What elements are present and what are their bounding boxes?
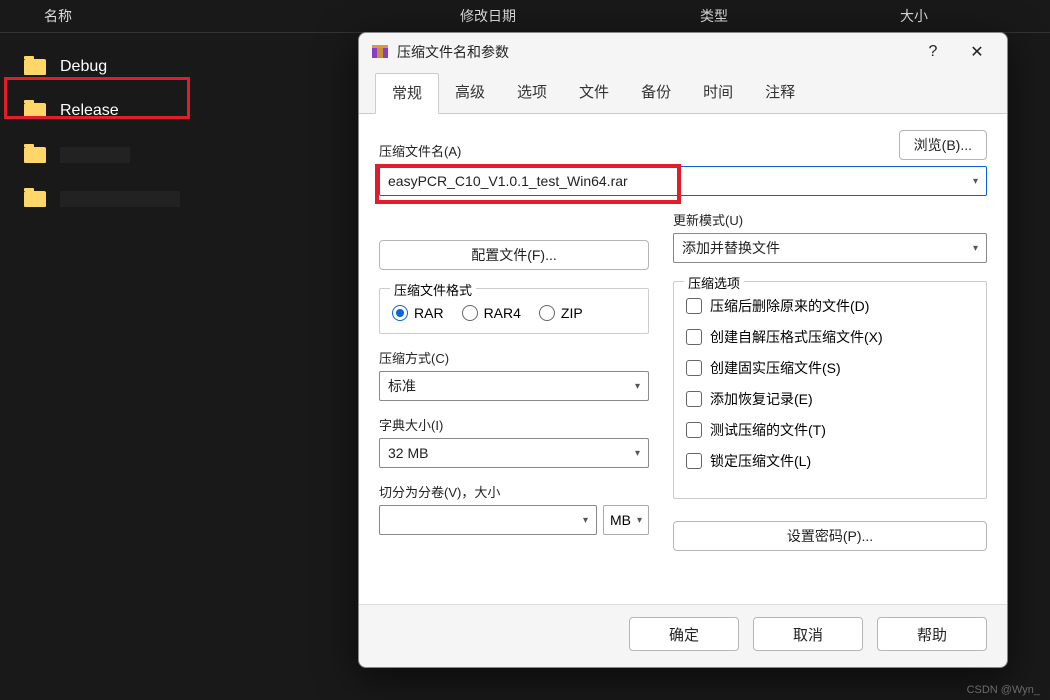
folder-icon <box>24 59 46 75</box>
close-button[interactable]: ✕ <box>955 37 999 67</box>
folder-icon <box>24 147 46 163</box>
redacted-label <box>60 191 180 207</box>
method-label: 压缩方式(C) <box>379 348 649 367</box>
folder-label: Debug <box>60 58 107 76</box>
filename-label: 压缩文件名(A) <box>379 141 461 160</box>
header-type[interactable]: 类型 <box>680 6 880 26</box>
opt-solid[interactable]: 创建固实压缩文件(S) <box>686 358 974 378</box>
header-size[interactable]: 大小 <box>880 6 1000 26</box>
opt-lock[interactable]: 锁定压缩文件(L) <box>686 451 974 471</box>
dialog-title: 压缩文件名和参数 <box>397 42 509 62</box>
watermark: CSDN @Wyn_ <box>967 684 1040 696</box>
set-password-button[interactable]: 设置密码(P)... <box>673 521 987 551</box>
method-select[interactable]: 标准▾ <box>379 371 649 401</box>
split-size-input[interactable]: ▾ <box>379 505 597 535</box>
cancel-button[interactable]: 取消 <box>753 617 863 651</box>
tab-files[interactable]: 文件 <box>563 73 625 113</box>
format-group-label: 压缩文件格式 <box>390 280 476 299</box>
tabstrip: 常规 高级 选项 文件 备份 时间 注释 <box>359 73 1007 114</box>
format-radio-rar4[interactable]: RAR4 <box>462 305 521 321</box>
checkbox-icon <box>686 329 702 345</box>
format-radio-zip[interactable]: ZIP <box>539 305 583 321</box>
radio-icon <box>392 305 408 321</box>
winrar-icon <box>371 43 389 61</box>
opt-delete-after[interactable]: 压缩后删除原来的文件(D) <box>686 296 974 316</box>
checkbox-icon <box>686 453 702 469</box>
help-button[interactable]: 帮助 <box>877 617 987 651</box>
tab-options[interactable]: 选项 <box>501 73 563 113</box>
radio-icon <box>539 305 555 321</box>
titlebar: 压缩文件名和参数 ? ✕ <box>359 33 1007 71</box>
chevron-down-icon: ▾ <box>973 176 978 187</box>
options-group-label: 压缩选项 <box>684 273 744 292</box>
archive-dialog: 压缩文件名和参数 ? ✕ 常规 高级 选项 文件 备份 时间 注释 压缩文件名(… <box>358 32 1008 668</box>
redacted-label <box>60 147 130 163</box>
dialog-button-row: 确定 取消 帮助 <box>359 604 1007 667</box>
chevron-down-icon: ▾ <box>635 448 640 459</box>
opt-sfx[interactable]: 创建自解压格式压缩文件(X) <box>686 327 974 347</box>
folder-icon <box>24 191 46 207</box>
tab-backup[interactable]: 备份 <box>625 73 687 113</box>
chevron-down-icon: ▾ <box>637 515 642 526</box>
folder-label: Release <box>60 102 119 120</box>
explorer-column-headers: 名称 修改日期 类型 大小 <box>0 0 1050 33</box>
format-radio-rar[interactable]: RAR <box>392 305 444 321</box>
checkbox-icon <box>686 360 702 376</box>
help-button[interactable]: ? <box>911 37 955 67</box>
tab-general[interactable]: 常规 <box>375 73 439 114</box>
profiles-button[interactable]: 配置文件(F)... <box>379 240 649 270</box>
checkbox-icon <box>686 298 702 314</box>
split-unit-select[interactable]: MB▾ <box>603 505 649 535</box>
tab-advanced[interactable]: 高级 <box>439 73 501 113</box>
update-mode-label: 更新模式(U) <box>673 210 987 229</box>
checkbox-icon <box>686 391 702 407</box>
update-mode-select[interactable]: 添加并替换文件▾ <box>673 233 987 263</box>
folder-icon <box>24 103 46 119</box>
radio-icon <box>462 305 478 321</box>
filename-value: easyPCR_C10_V1.0.1_test_Win64.rar <box>388 173 628 189</box>
tab-comment[interactable]: 注释 <box>749 73 811 113</box>
ok-button[interactable]: 确定 <box>629 617 739 651</box>
dict-label: 字典大小(I) <box>379 415 649 434</box>
filename-input[interactable]: easyPCR_C10_V1.0.1_test_Win64.rar ▾ <box>379 166 987 196</box>
chevron-down-icon: ▾ <box>583 515 588 526</box>
checkbox-icon <box>686 422 702 438</box>
browse-button[interactable]: 浏览(B)... <box>899 130 987 160</box>
tab-time[interactable]: 时间 <box>687 73 749 113</box>
header-modified[interactable]: 修改日期 <box>440 6 680 26</box>
split-label: 切分为分卷(V)，大小 <box>379 482 649 501</box>
opt-recovery[interactable]: 添加恢复记录(E) <box>686 389 974 409</box>
dict-select[interactable]: 32 MB▾ <box>379 438 649 468</box>
chevron-down-icon: ▾ <box>635 381 640 392</box>
dialog-body: 压缩文件名(A) 浏览(B)... easyPCR_C10_V1.0.1_tes… <box>359 114 1007 604</box>
chevron-down-icon: ▾ <box>973 243 978 254</box>
opt-test[interactable]: 测试压缩的文件(T) <box>686 420 974 440</box>
header-name[interactable]: 名称 <box>0 6 440 26</box>
